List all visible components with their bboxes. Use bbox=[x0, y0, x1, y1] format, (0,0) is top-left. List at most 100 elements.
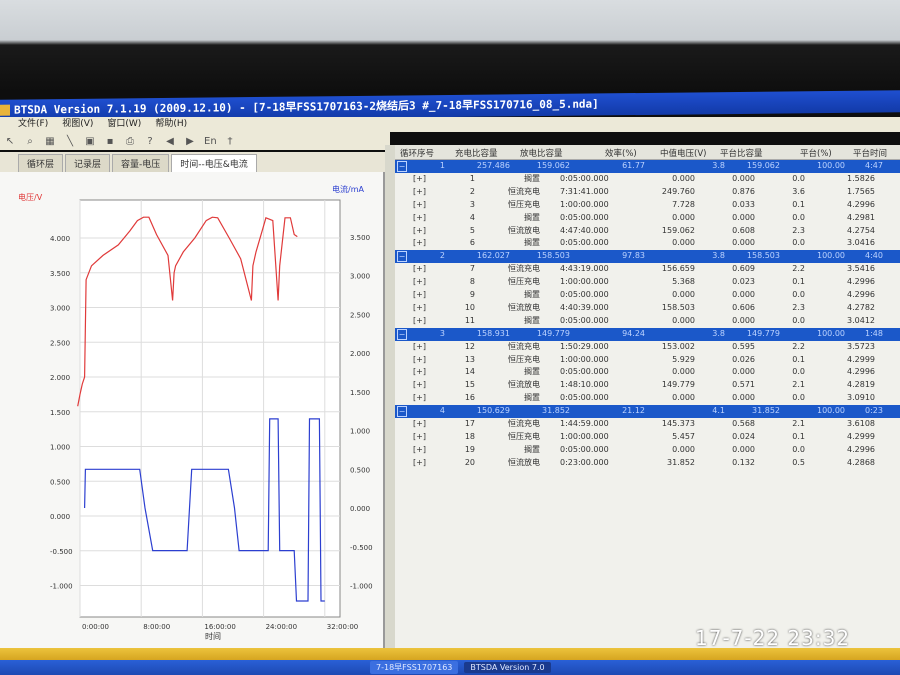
step-row[interactable]: [+] 2 恒流充电 7:31:41.000 249.760 0.876 3.6 1.7565 bbox=[395, 186, 900, 199]
cell: 100.00 bbox=[817, 161, 845, 170]
expand-button[interactable]: [+] bbox=[413, 237, 426, 250]
step-row[interactable]: [+] 5 恒流放电 4:47:40.000 159.062 0.608 2.3 4.2754 bbox=[395, 225, 900, 238]
step-row[interactable]: [+] 18 恒压充电 1:00:00.000 5.457 0.024 0.1 4.2999 bbox=[395, 431, 900, 444]
cell: 97.83 bbox=[622, 251, 645, 261]
tab-3[interactable]: 时间--电压&电流 bbox=[171, 154, 257, 172]
cell: 恒流放电 bbox=[508, 302, 540, 312]
step-row[interactable]: [+] 7 恒流充电 4:43:19.000 156.659 0.609 2.2 3.5416 bbox=[395, 263, 900, 276]
expand-button[interactable]: [+] bbox=[413, 457, 426, 470]
step-row[interactable]: [+] 15 恒流放电 1:48:10.000 149.779 0.571 2.1 4.281… bbox=[395, 379, 900, 392]
cell: 0.000 bbox=[672, 238, 695, 248]
cycle-row[interactable]: −3 158.931 149.779 94.24 3.8 149.779 100.00 1:4… bbox=[395, 327, 900, 341]
help-icon[interactable]: ? bbox=[144, 136, 156, 147]
cycle-table: 循环序号 充电比容量 放电比容量 效率(%) 中值电压(V) 平台比容量 平台(%) 平台时间… bbox=[395, 145, 900, 648]
column-header[interactable]: 平台时间 bbox=[853, 147, 887, 159]
expand-button[interactable]: [+] bbox=[413, 212, 426, 225]
language-button[interactable]: En bbox=[204, 136, 217, 147]
expand-button[interactable]: [+] bbox=[413, 341, 426, 354]
cell: 0.0 bbox=[792, 315, 805, 325]
cell: 31.852 bbox=[752, 406, 780, 416]
taskbar-item[interactable]: 7-18早FSS1707163 bbox=[370, 661, 459, 674]
cell: 14 bbox=[464, 367, 475, 377]
cell: 149.779 bbox=[661, 380, 695, 390]
cell: 搁置 bbox=[524, 290, 540, 299]
cell: 0.1 bbox=[792, 199, 805, 209]
cell: 21.12 bbox=[622, 406, 645, 416]
column-header[interactable]: 充电比容量 bbox=[455, 147, 498, 159]
expand-button[interactable]: [+] bbox=[413, 392, 426, 405]
cell: 4 bbox=[469, 212, 475, 222]
cursor-icon[interactable]: † bbox=[224, 136, 236, 147]
grid-icon[interactable]: ▦ bbox=[44, 136, 56, 147]
cell: 3.5723 bbox=[847, 341, 875, 351]
step-row[interactable]: [+] 14 搁置 0:05:00.000 0.000 0.000 0.0 4.2996 bbox=[395, 366, 900, 379]
expand-button[interactable]: [+] bbox=[413, 418, 426, 431]
open-icon[interactable]: ▣ bbox=[84, 136, 96, 147]
cycle-row[interactable]: −4 150.629 31.852 21.12 4.1 31.852 100.00 0:23 bbox=[395, 405, 900, 418]
cell: 4:47 bbox=[865, 161, 883, 170]
column-header[interactable]: 平台(%) bbox=[800, 147, 832, 159]
expand-button[interactable]: [+] bbox=[413, 302, 426, 315]
tab-1[interactable]: 记录层 bbox=[65, 154, 111, 172]
expand-button[interactable]: [+] bbox=[413, 315, 426, 328]
cell: 恒压充电 bbox=[508, 431, 540, 441]
step-row[interactable]: [+] 16 搁置 0:05:00.000 0.000 0.000 0.0 3.0910 bbox=[395, 392, 900, 405]
back-icon[interactable]: ◀ bbox=[164, 136, 176, 147]
column-header[interactable]: 中值电压(V) bbox=[660, 147, 706, 159]
expand-button[interactable]: [+] bbox=[413, 444, 426, 457]
expand-button[interactable]: [+] bbox=[413, 431, 426, 444]
save-icon[interactable]: ▪ bbox=[104, 136, 116, 147]
cycle-row[interactable]: −2 162.027 158.503 97.83 3.8 158.503 100.00 4:4… bbox=[395, 250, 900, 264]
expand-button[interactable]: [+] bbox=[413, 276, 426, 289]
tab-2[interactable]: 容量-电压 bbox=[112, 154, 170, 172]
column-header[interactable]: 效率(%) bbox=[605, 147, 637, 159]
step-row[interactable]: [+] 19 搁置 0:05:00.000 0.000 0.000 0.0 4.2996 bbox=[395, 444, 900, 457]
step-row[interactable]: [+] 1 搁置 0:05:00.000 0.000 0.000 0.0 1.5826 bbox=[395, 173, 900, 186]
column-header[interactable]: 放电比容量 bbox=[520, 147, 563, 159]
cell: 159.062 bbox=[536, 161, 570, 170]
expand-button[interactable]: [+] bbox=[413, 366, 426, 379]
column-header[interactable]: 平台比容量 bbox=[720, 147, 763, 159]
pointer-icon[interactable]: ↖ bbox=[4, 136, 16, 147]
expand-button[interactable]: [+] bbox=[413, 379, 426, 392]
expand-button[interactable]: [+] bbox=[413, 263, 426, 276]
cell: 15 bbox=[464, 380, 475, 390]
step-row[interactable]: [+] 17 恒流充电 1:44:59.000 145.373 0.568 2.1 3.610… bbox=[395, 418, 900, 431]
expand-button[interactable]: [+] bbox=[413, 173, 426, 186]
step-row[interactable]: [+] 4 搁置 0:05:00.000 0.000 0.000 0.0 4.2981 bbox=[395, 212, 900, 225]
menu-item[interactable]: 视图(V) bbox=[62, 117, 93, 132]
forward-icon[interactable]: ▶ bbox=[184, 136, 196, 147]
print-icon[interactable]: ⎙ bbox=[124, 136, 136, 147]
tab-0[interactable]: 循环层 bbox=[18, 154, 64, 172]
step-row[interactable]: [+] 20 恒流放电 0:23:00.000 31.852 0.132 0.5 4.2868 bbox=[395, 457, 900, 470]
expand-button[interactable]: [+] bbox=[413, 186, 426, 199]
column-header[interactable]: 循环序号 bbox=[400, 147, 434, 159]
step-row[interactable]: [+] 8 恒压充电 1:00:00.000 5.368 0.023 0.1 4.2996 bbox=[395, 276, 900, 289]
step-row[interactable]: [+] 12 恒流充电 1:50:29.000 153.002 0.595 2.2 3.572… bbox=[395, 341, 900, 354]
cell: 158.503 bbox=[536, 251, 570, 261]
menu-item[interactable]: 窗口(W) bbox=[107, 117, 141, 132]
splitter[interactable] bbox=[385, 145, 395, 648]
step-row[interactable]: [+] 3 恒压充电 1:00:00.000 7.728 0.033 0.1 4.2996 bbox=[395, 199, 900, 212]
cycle-row[interactable]: −1 257.486 159.062 61.77 3.8 159.062 100.00 4:4… bbox=[395, 160, 900, 173]
step-row[interactable]: [+] 13 恒压充电 1:00:00.000 5.929 0.026 0.1 4.2999 bbox=[395, 354, 900, 367]
x-tick-label: 16:00:00 bbox=[204, 623, 235, 631]
line-icon[interactable]: ╲ bbox=[64, 136, 76, 147]
expand-button[interactable]: [+] bbox=[413, 225, 426, 238]
cell: 100.00 bbox=[817, 406, 845, 416]
expand-button[interactable]: [+] bbox=[413, 289, 426, 302]
step-row[interactable]: [+] 10 恒流放电 4:40:39.000 158.503 0.606 2.3 4.278… bbox=[395, 302, 900, 315]
cell: 搁置 bbox=[524, 173, 540, 183]
zoom-icon[interactable]: ⌕ bbox=[24, 136, 36, 147]
chart-panel: 0:00:00 8:00:00 16:00:00 24:00:00 32:00:00 4.… bbox=[0, 172, 385, 648]
cell: 2 bbox=[469, 186, 475, 196]
step-row[interactable]: [+] 11 搁置 0:05:00.000 0.000 0.000 0.0 3.0412 bbox=[395, 315, 900, 328]
menu-item[interactable]: 帮助(H) bbox=[155, 117, 187, 132]
menu-item[interactable]: 文件(F) bbox=[18, 117, 48, 132]
expand-button[interactable]: [+] bbox=[413, 199, 426, 212]
step-row[interactable]: [+] 9 搁置 0:05:00.000 0.000 0.000 0.0 4.2996 bbox=[395, 289, 900, 302]
cell: 8 bbox=[469, 277, 475, 287]
expand-button[interactable]: [+] bbox=[413, 354, 426, 367]
step-row[interactable]: [+] 6 搁置 0:05:00.000 0.000 0.000 0.0 3.0416 bbox=[395, 237, 900, 250]
taskbar-item[interactable]: BTSDA Version 7.0 bbox=[464, 662, 551, 673]
